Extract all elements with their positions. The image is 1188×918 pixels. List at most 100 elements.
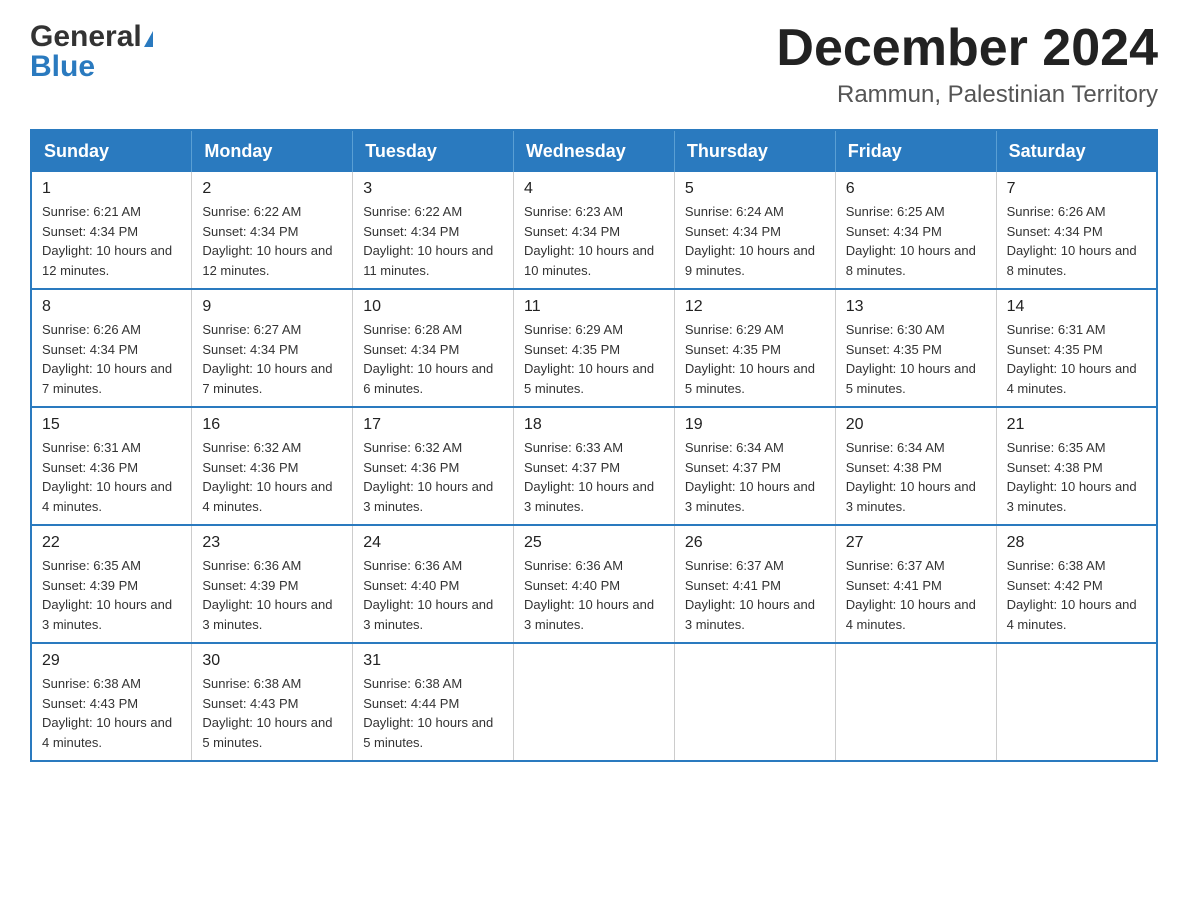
day-number: 5: [685, 180, 825, 198]
day-info: Sunrise: 6:38 AMSunset: 4:42 PMDaylight:…: [1007, 556, 1146, 634]
calendar-cell: 17 Sunrise: 6:32 AMSunset: 4:36 PMDayligh…: [353, 407, 514, 525]
calendar-cell: 13 Sunrise: 6:30 AMSunset: 4:35 PMDayligh…: [835, 289, 996, 407]
calendar-cell: 19Sunrise: 6:34 AMSunset: 4:37 PMDayligh…: [674, 407, 835, 525]
day-number: 24: [363, 534, 503, 552]
location-subtitle: Rammun, Palestinian Territory: [776, 81, 1158, 109]
day-number: 8: [42, 298, 181, 316]
week-row-1: 1Sunrise: 6:21 AMSunset: 4:34 PMDaylight…: [31, 172, 1157, 289]
day-info: Sunrise: 6:36 AMSunset: 4:39 PMDaylight:…: [202, 556, 342, 634]
calendar-cell: 9 Sunrise: 6:27 AMSunset: 4:34 PMDaylight…: [192, 289, 353, 407]
day-info: Sunrise: 6:38 AMSunset: 4:43 PMDaylight:…: [42, 674, 181, 752]
day-info: Sunrise: 6:35 AMSunset: 4:39 PMDaylight:…: [42, 556, 181, 634]
day-number: 14: [1007, 298, 1146, 316]
logo-blue-text: Blue: [30, 50, 95, 84]
day-number: 16: [202, 416, 342, 434]
calendar-cell: 30Sunrise: 6:38 AMSunset: 4:43 PMDayligh…: [192, 643, 353, 761]
day-number: 28: [1007, 534, 1146, 552]
header-tuesday: Tuesday: [353, 130, 514, 172]
calendar-cell: 15 Sunrise: 6:31 AMSunset: 4:36 PMDayligh…: [31, 407, 192, 525]
calendar-cell: 31 Sunrise: 6:38 AMSunset: 4:44 PMDayligh…: [353, 643, 514, 761]
day-number: 18: [524, 416, 664, 434]
week-row-2: 8 Sunrise: 6:26 AMSunset: 4:34 PMDaylight…: [31, 289, 1157, 407]
calendar-cell: [674, 643, 835, 761]
day-number: 9: [202, 298, 342, 316]
title-section: December 2024 Rammun, Palestinian Territ…: [776, 20, 1158, 109]
calendar-cell: 7Sunrise: 6:26 AMSunset: 4:34 PMDaylight…: [996, 172, 1157, 289]
day-info: Sunrise: 6:26 AMSunset: 4:34 PMDaylight:…: [1007, 202, 1146, 280]
week-row-5: 29 Sunrise: 6:38 AMSunset: 4:43 PMDayligh…: [31, 643, 1157, 761]
day-info: Sunrise: 6:32 AMSunset: 4:36 PMDaylight:…: [363, 438, 503, 516]
calendar-cell: 1Sunrise: 6:21 AMSunset: 4:34 PMDaylight…: [31, 172, 192, 289]
calendar-cell: 20 Sunrise: 6:34 AMSunset: 4:38 PMDayligh…: [835, 407, 996, 525]
day-info: Sunrise: 6:29 AMSunset: 4:35 PMDaylight:…: [524, 320, 664, 398]
calendar-cell: 18Sunrise: 6:33 AMSunset: 4:37 PMDayligh…: [514, 407, 675, 525]
header-monday: Monday: [192, 130, 353, 172]
day-info: Sunrise: 6:36 AMSunset: 4:40 PMDaylight:…: [363, 556, 503, 634]
week-row-4: 22 Sunrise: 6:35 AMSunset: 4:39 PMDayligh…: [31, 525, 1157, 643]
calendar-table: SundayMondayTuesdayWednesdayThursdayFrid…: [30, 129, 1158, 762]
week-row-3: 15 Sunrise: 6:31 AMSunset: 4:36 PMDayligh…: [31, 407, 1157, 525]
day-info: Sunrise: 6:24 AMSunset: 4:34 PMDaylight:…: [685, 202, 825, 280]
day-info: Sunrise: 6:28 AMSunset: 4:34 PMDaylight:…: [363, 320, 503, 398]
day-number: 22: [42, 534, 181, 552]
calendar-cell: 11 Sunrise: 6:29 AMSunset: 4:35 PMDayligh…: [514, 289, 675, 407]
header-thursday: Thursday: [674, 130, 835, 172]
day-info: Sunrise: 6:27 AMSunset: 4:34 PMDaylight:…: [202, 320, 342, 398]
calendar-cell: 29 Sunrise: 6:38 AMSunset: 4:43 PMDayligh…: [31, 643, 192, 761]
day-number: 11: [524, 298, 664, 316]
day-number: 13: [846, 298, 986, 316]
day-info: Sunrise: 6:34 AMSunset: 4:38 PMDaylight:…: [846, 438, 986, 516]
calendar-cell: 22 Sunrise: 6:35 AMSunset: 4:39 PMDayligh…: [31, 525, 192, 643]
calendar-cell: [835, 643, 996, 761]
calendar-cell: 10 Sunrise: 6:28 AMSunset: 4:34 PMDayligh…: [353, 289, 514, 407]
day-number: 21: [1007, 416, 1146, 434]
day-number: 12: [685, 298, 825, 316]
day-info: Sunrise: 6:31 AMSunset: 4:35 PMDaylight:…: [1007, 320, 1146, 398]
calendar-cell: 27Sunrise: 6:37 AMSunset: 4:41 PMDayligh…: [835, 525, 996, 643]
calendar-cell: 2Sunrise: 6:22 AMSunset: 4:34 PMDaylight…: [192, 172, 353, 289]
day-info: Sunrise: 6:37 AMSunset: 4:41 PMDaylight:…: [846, 556, 986, 634]
day-info: Sunrise: 6:31 AMSunset: 4:36 PMDaylight:…: [42, 438, 181, 516]
day-number: 29: [42, 652, 181, 670]
day-number: 6: [846, 180, 986, 198]
calendar-cell: 14 Sunrise: 6:31 AMSunset: 4:35 PMDayligh…: [996, 289, 1157, 407]
calendar-cell: 28 Sunrise: 6:38 AMSunset: 4:42 PMDayligh…: [996, 525, 1157, 643]
day-number: 30: [202, 652, 342, 670]
calendar-cell: [514, 643, 675, 761]
calendar-cell: 6Sunrise: 6:25 AMSunset: 4:34 PMDaylight…: [835, 172, 996, 289]
day-info: Sunrise: 6:30 AMSunset: 4:35 PMDaylight:…: [846, 320, 986, 398]
day-info: Sunrise: 6:38 AMSunset: 4:44 PMDaylight:…: [363, 674, 503, 752]
logo-triangle-icon: [144, 31, 153, 47]
day-number: 25: [524, 534, 664, 552]
calendar-cell: 12 Sunrise: 6:29 AMSunset: 4:35 PMDayligh…: [674, 289, 835, 407]
calendar-cell: 25Sunrise: 6:36 AMSunset: 4:40 PMDayligh…: [514, 525, 675, 643]
calendar-cell: [996, 643, 1157, 761]
day-number: 15: [42, 416, 181, 434]
calendar-cell: 16 Sunrise: 6:32 AMSunset: 4:36 PMDayligh…: [192, 407, 353, 525]
calendar-cell: 5 Sunrise: 6:24 AMSunset: 4:34 PMDaylight…: [674, 172, 835, 289]
header-friday: Friday: [835, 130, 996, 172]
calendar-header-row: SundayMondayTuesdayWednesdayThursdayFrid…: [31, 130, 1157, 172]
calendar-cell: 21 Sunrise: 6:35 AMSunset: 4:38 PMDayligh…: [996, 407, 1157, 525]
day-info: Sunrise: 6:23 AMSunset: 4:34 PMDaylight:…: [524, 202, 664, 280]
calendar-cell: 8 Sunrise: 6:26 AMSunset: 4:34 PMDaylight…: [31, 289, 192, 407]
header-wednesday: Wednesday: [514, 130, 675, 172]
day-info: Sunrise: 6:35 AMSunset: 4:38 PMDaylight:…: [1007, 438, 1146, 516]
day-number: 17: [363, 416, 503, 434]
header-sunday: Sunday: [31, 130, 192, 172]
logo: General Blue: [30, 20, 153, 84]
day-number: 3: [363, 180, 503, 198]
calendar-cell: 23 Sunrise: 6:36 AMSunset: 4:39 PMDayligh…: [192, 525, 353, 643]
day-number: 23: [202, 534, 342, 552]
day-number: 31: [363, 652, 503, 670]
logo-general-text: General: [30, 20, 142, 54]
calendar-cell: 26Sunrise: 6:37 AMSunset: 4:41 PMDayligh…: [674, 525, 835, 643]
day-number: 19: [685, 416, 825, 434]
day-number: 1: [42, 180, 181, 198]
day-number: 20: [846, 416, 986, 434]
day-info: Sunrise: 6:29 AMSunset: 4:35 PMDaylight:…: [685, 320, 825, 398]
day-number: 10: [363, 298, 503, 316]
day-info: Sunrise: 6:32 AMSunset: 4:36 PMDaylight:…: [202, 438, 342, 516]
day-info: Sunrise: 6:26 AMSunset: 4:34 PMDaylight:…: [42, 320, 181, 398]
calendar-cell: 24 Sunrise: 6:36 AMSunset: 4:40 PMDayligh…: [353, 525, 514, 643]
